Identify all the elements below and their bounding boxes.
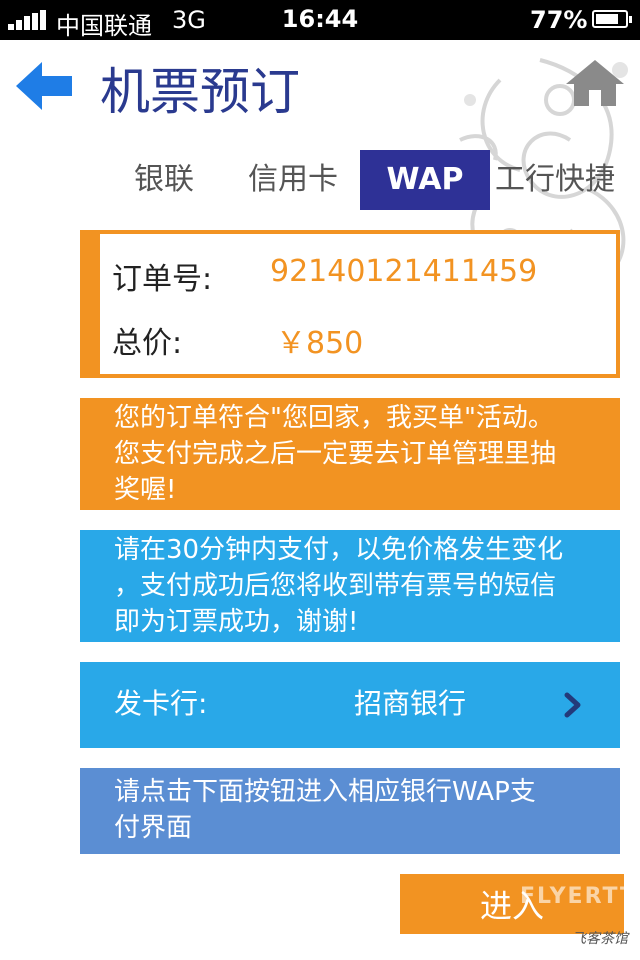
wap-instruction-line: 请点击下面按钮进入相应银行WAP支 <box>114 777 536 807</box>
timer-notice-line: 即为订票成功，谢谢! <box>114 607 359 637</box>
status-bar: 中国联通 3G 16:44 77% <box>0 0 640 40</box>
payment-timer-notice: 请在30分钟内支付，以免价格发生变化 ，支付成功后您将收到带有票号的短信 即为订… <box>80 530 620 642</box>
tab-icbc-quick[interactable]: 工行快捷 <box>492 150 618 210</box>
timer-notice-line: ，支付成功后您将收到带有票号的短信 <box>114 571 557 601</box>
tab-credit-card[interactable]: 信用卡 <box>238 150 348 210</box>
order-number-value: 92140121411459 <box>270 254 538 289</box>
order-number-label: 订单号: <box>112 262 213 297</box>
tab-wap[interactable]: WAP <box>360 150 490 210</box>
page-title: 机票预订 <box>100 63 300 121</box>
issuing-bank-selector[interactable]: 发卡行: 招商银行 <box>80 662 620 748</box>
timer-notice-line: 请在30分钟内支付，以免价格发生变化 <box>114 535 564 565</box>
home-icon[interactable] <box>564 58 626 108</box>
promo-line: 您的订单符合"您回家，我买单"活动。 <box>114 403 554 433</box>
battery-percent: 77% <box>530 6 588 34</box>
tab-unionpay[interactable]: 银联 <box>124 150 204 210</box>
order-summary-inner: 订单号: 92140121411459 总价: ￥850 <box>100 234 616 374</box>
wap-instruction: 请点击下面按钮进入相应银行WAP支 付界面 <box>80 768 620 854</box>
promo-line: 奖喔! <box>114 475 177 505</box>
chevron-right-icon <box>564 692 581 718</box>
total-price-label: 总价: <box>112 326 183 361</box>
wap-instruction-line: 付界面 <box>114 813 193 843</box>
issuing-bank-value: 招商银行 <box>354 687 467 720</box>
battery-icon <box>592 10 632 28</box>
issuing-bank-label: 发卡行: <box>114 687 208 720</box>
back-arrow-icon[interactable] <box>12 58 76 114</box>
promo-line: 您支付完成之后一定要去订单管理里抽 <box>114 439 557 469</box>
promo-notice: 您的订单符合"您回家，我买单"活动。 您支付完成之后一定要去订单管理里抽 奖喔! <box>80 398 620 510</box>
enter-button[interactable]: 进入 <box>400 874 624 934</box>
total-price-value: ￥850 <box>276 326 364 361</box>
watermark-cn: 飞客茶馆 <box>572 931 628 947</box>
order-summary: 订单号: 92140121411459 总价: ￥850 <box>80 230 620 378</box>
